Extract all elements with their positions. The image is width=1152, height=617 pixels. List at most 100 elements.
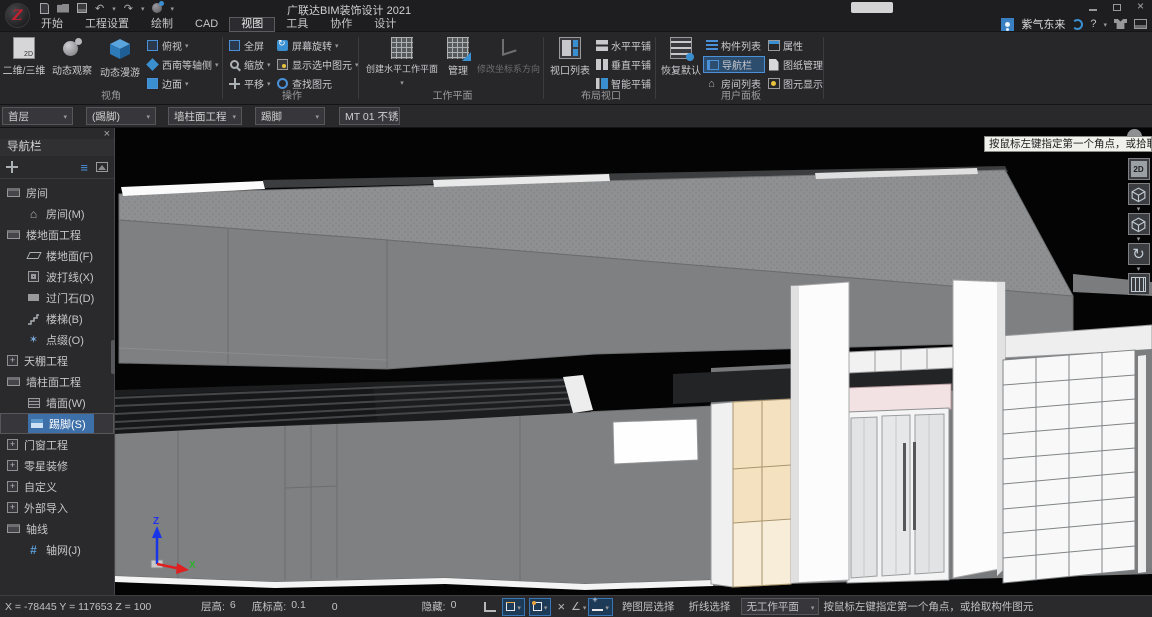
list-view-icon[interactable] <box>80 160 88 175</box>
tab-collaborate[interactable]: 协作 <box>319 17 363 32</box>
cube-caret-icon[interactable] <box>1137 205 1141 213</box>
help-button[interactable]: ? <box>1090 18 1096 30</box>
walkthrough-button[interactable]: 动态漫游 <box>96 35 144 92</box>
component-list-button[interactable]: 构件列表 <box>703 37 765 54</box>
element-select[interactable]: 踢脚 <box>255 107 325 125</box>
group-open-icon <box>7 188 20 197</box>
tree-item-border-line[interactable]: 波打线(X) <box>0 266 114 287</box>
building-model: Z X <box>115 128 1152 595</box>
tree-item-stairs[interactable]: 楼梯(B) <box>0 308 114 329</box>
tree-group-external-import[interactable]: 外部导入 <box>0 497 114 518</box>
user-name[interactable]: 紫气东来 <box>1021 16 1065 32</box>
tab-draw[interactable]: 绘制 <box>140 17 184 32</box>
show-selected-button[interactable]: 显示选中图元 <box>274 56 358 73</box>
tree-group-room[interactable]: 房间 <box>0 182 114 203</box>
new-file-icon[interactable] <box>40 3 49 14</box>
tree-item-room[interactable]: 房间(M) <box>0 203 114 224</box>
tree-item-skirting[interactable]: 踢脚(S) <box>0 413 114 434</box>
tree-group-custom[interactable]: 自定义 <box>0 476 114 497</box>
help-caret-icon[interactable] <box>1103 18 1107 30</box>
tree-group-wall-column-works[interactable]: 墙柱面工程 <box>0 371 114 392</box>
ortho-mode-icon[interactable] <box>480 598 500 616</box>
viewport-3d[interactable]: Z X 按鼠标左键指定第一个角点，或拾取构 2D <box>115 128 1152 595</box>
tree-group-misc-decoration[interactable]: 零星装修 <box>0 455 114 476</box>
cloud-sync-icon[interactable] <box>152 3 162 13</box>
navigator-button[interactable]: 导航栏 <box>703 56 765 73</box>
crosshair-toggle-icon[interactable] <box>553 598 569 616</box>
cube2-caret-icon[interactable] <box>1137 235 1141 243</box>
tab-cad[interactable]: CAD <box>184 17 229 32</box>
panel-toggle-icon[interactable] <box>1134 19 1147 29</box>
save-icon[interactable] <box>77 3 87 13</box>
tab-project-settings[interactable]: 工程设置 <box>74 17 140 32</box>
zoom-button[interactable]: 缩放 <box>226 56 274 73</box>
tab-design[interactable]: 设计 <box>363 17 407 32</box>
ribbon: 2D 二维/三维 动态观察 动态漫游 俯视 西南等轴侧 边面 视角 <box>0 32 1152 105</box>
orbit-button[interactable]: 动态观察 <box>48 35 96 92</box>
undo-icon[interactable] <box>95 2 104 15</box>
redo-icon[interactable] <box>124 2 133 15</box>
fullscreen-button[interactable]: 全屏 <box>226 37 274 54</box>
workplane-manage-button[interactable]: 管理 <box>442 35 474 88</box>
tab-tools[interactable]: 工具 <box>275 17 319 32</box>
create-horizontal-workplane-button[interactable]: 创建水平工作平面 <box>362 35 442 88</box>
snap-3d-toggle[interactable] <box>529 598 552 616</box>
angle-snap-icon[interactable] <box>569 598 583 616</box>
tree-group-floor-works[interactable]: 楼地面工程 <box>0 224 114 245</box>
view-2d-button[interactable]: 2D <box>1128 158 1150 180</box>
tree-group-axis[interactable]: 轴线 <box>0 518 114 539</box>
threshold-stone-icon <box>27 291 40 304</box>
tile-vertical-button[interactable]: 垂直平铺 <box>593 56 653 73</box>
floor-select[interactable]: 首层 <box>2 107 73 125</box>
polyline-select-toggle[interactable]: 折线选择 <box>688 599 730 614</box>
rotate-view-button[interactable] <box>1128 243 1150 265</box>
view-cube2-button[interactable] <box>1128 213 1150 235</box>
cross-layer-select-toggle[interactable]: 跨图层选择 <box>622 599 675 614</box>
stairs-icon <box>27 312 40 325</box>
selection-box-toggle[interactable] <box>502 598 525 616</box>
user-avatar[interactable] <box>1001 18 1014 31</box>
main-area: 导航栏 房间 房间(M) 楼地面工程 楼地面(F) 波打线(X) 过门石(D) … <box>0 128 1152 595</box>
tree-item-wall-surface[interactable]: 墙面(W) <box>0 392 114 413</box>
redacted-area <box>851 2 893 13</box>
drawing-management-button[interactable]: 图纸管理 <box>765 56 821 73</box>
pin-icon[interactable] <box>6 161 18 173</box>
undo-caret-icon[interactable] <box>112 2 116 14</box>
viewport-list-side-button[interactable] <box>1128 273 1150 295</box>
component-type-select[interactable]: (踢脚) <box>86 107 156 125</box>
rotate-screen-button[interactable]: 屏幕旋转 <box>274 37 358 54</box>
minimize-button[interactable] <box>1089 9 1097 11</box>
app-logo[interactable]: Z <box>5 3 30 28</box>
ribbon-tabs: 开始 工程设置 绘制 CAD 视图 工具 协作 设计 <box>30 16 407 32</box>
tree-item-threshold-stone[interactable]: 过门石(D) <box>0 287 114 308</box>
properties-button[interactable]: 属性 <box>765 37 821 54</box>
close-button[interactable] <box>1137 1 1144 13</box>
navigator-close-icon[interactable] <box>104 128 110 140</box>
tile-horizontal-button[interactable]: 水平平铺 <box>593 37 653 54</box>
redo-caret-icon[interactable] <box>141 2 145 14</box>
restore-button[interactable] <box>1113 4 1121 11</box>
tree-item-floor[interactable]: 楼地面(F) <box>0 245 114 266</box>
tree-group-ceiling-works[interactable]: 天棚工程 <box>0 350 114 371</box>
open-file-icon[interactable] <box>57 4 69 13</box>
rotate-caret-icon[interactable] <box>1137 265 1141 273</box>
tree-item-ornament[interactable]: 点缀(O) <box>0 329 114 350</box>
image-view-icon[interactable] <box>96 162 108 172</box>
workplane-select[interactable]: 无工作平面 <box>741 598 819 615</box>
tab-start[interactable]: 开始 <box>30 17 74 32</box>
sync-icon[interactable] <box>1072 19 1083 30</box>
2d3d-button[interactable]: 2D 二维/三维 <box>0 35 48 92</box>
works-category-select[interactable]: 墙柱面工程 <box>168 107 242 125</box>
top-view-button[interactable]: 俯视 <box>144 37 220 54</box>
material-select[interactable]: MT 01 不锈钢踢 <box>339 107 400 125</box>
sw-isometric-button[interactable]: 西南等轴侧 <box>144 56 220 73</box>
tree-group-door-window-works[interactable]: 门窗工程 <box>0 434 114 455</box>
tab-view[interactable]: 视图 <box>229 17 275 32</box>
theme-icon[interactable] <box>1114 19 1127 29</box>
restore-default-button[interactable]: 恢复默认 <box>659 35 703 92</box>
polar-track-toggle[interactable] <box>588 598 613 616</box>
view-cube-button[interactable] <box>1128 183 1150 205</box>
viewport-list-button[interactable]: 视口列表 <box>547 35 593 92</box>
qat-caret-icon[interactable] <box>170 2 174 14</box>
tree-item-axis-grid[interactable]: 轴网(J) <box>0 539 114 560</box>
